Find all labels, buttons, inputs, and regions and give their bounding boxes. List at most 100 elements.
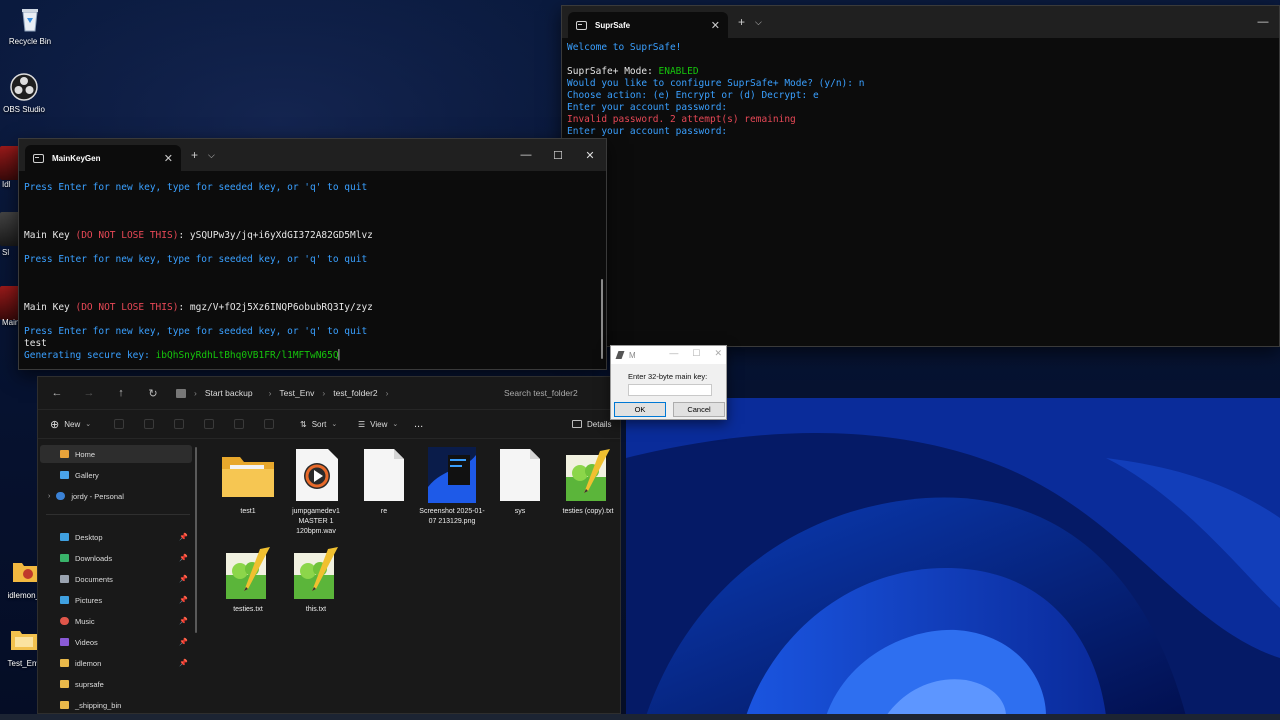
sidebar-item-documents[interactable]: Documents 📌 [40, 570, 192, 588]
mainkeygen-terminal-window[interactable]: MainKeyGen ✕ + ⌵ — ☐ ✕ Press Enter for n… [18, 138, 607, 370]
address-bar[interactable]: › Start backup › Test_Env › test_folder2… [170, 382, 528, 404]
delete-icon[interactable] [264, 419, 274, 429]
more-options-button[interactable]: ... [414, 418, 423, 430]
cut-icon[interactable] [114, 419, 124, 429]
new-tab-icon[interactable]: + [191, 148, 198, 162]
obs-studio-desktop-icon[interactable]: OBS Studio [0, 72, 54, 114]
details-button[interactable]: Details [572, 420, 611, 429]
sidebar-item-gallery[interactable]: Gallery [40, 466, 192, 484]
sidebar-item-pictures[interactable]: Pictures 📌 [40, 591, 192, 609]
suprsafe-titlebar[interactable]: SuprSafe ✕ + ⌵ — [562, 6, 1279, 38]
up-arrow-icon[interactable]: ↑ [114, 387, 128, 399]
close-window-icon[interactable]: ✕ [714, 348, 722, 359]
sidebar-item-videos[interactable]: Videos 📌 [40, 633, 192, 651]
more-label: ... [414, 418, 424, 430]
close-tab-icon[interactable]: ✕ [711, 19, 720, 32]
refresh-icon[interactable]: ↻ [146, 387, 160, 400]
search-input[interactable]: Search test_folder2 [498, 382, 618, 404]
chevron-down-icon[interactable]: ⌵ [755, 17, 762, 28]
sidebar-item-suprsafe[interactable]: suprsafe [40, 675, 192, 693]
terminal-line: Generating secure key: ibQhSnyRdhLtBhq0V… [24, 350, 601, 362]
pin-icon[interactable]: 📌 [179, 617, 188, 625]
sidebar-item-downloads[interactable]: Downloads 📌 [40, 549, 192, 567]
file-item-testies[interactable]: testies.txt [214, 545, 282, 615]
back-arrow-icon[interactable]: ← [50, 387, 64, 399]
new-tab-icon[interactable]: + [738, 15, 745, 29]
sidebar-item-idlemon[interactable]: idlemon 📌 [40, 654, 192, 672]
minimize-icon[interactable]: — [669, 348, 678, 359]
taskbar[interactable] [0, 714, 1280, 720]
sidebar-item-desktop[interactable]: Desktop 📌 [40, 528, 192, 546]
main-key-dialog[interactable]: M — ☐ ✕ Enter 32-byte main key: OK Cance… [610, 345, 727, 420]
view-label: View [370, 419, 388, 429]
chevron-down-icon[interactable]: ⌵ [208, 150, 215, 161]
main-key-input[interactable] [628, 384, 712, 396]
dialog-titlebar[interactable]: M — ☐ ✕ [611, 346, 726, 364]
file-item-this[interactable]: this.txt [282, 545, 350, 615]
paste-icon[interactable] [174, 419, 184, 429]
breadcrumb-item[interactable]: Start backup [205, 388, 253, 398]
file-item-re[interactable]: re [350, 447, 418, 517]
minimize-icon[interactable]: — [510, 149, 542, 161]
audio-file-icon [288, 447, 344, 503]
new-button[interactable]: ⊕ New ⌄ [50, 418, 91, 431]
pin-icon[interactable]: 📌 [179, 596, 188, 604]
forward-arrow-icon[interactable]: → [82, 387, 96, 399]
share-icon[interactable] [234, 419, 244, 429]
navigation-pane: Home Gallery › jordy - Personal Desktop … [38, 441, 198, 715]
breadcrumb-item[interactable]: test_folder2 [333, 388, 377, 398]
chevron-right-icon[interactable]: › [48, 493, 50, 500]
suprsafe-terminal-window[interactable]: SuprSafe ✕ + ⌵ — Welcome to SuprSafe! Su… [561, 5, 1280, 347]
file-item-screenshot[interactable]: Screenshot 2025-01-07 213129.png [418, 447, 486, 527]
file-name: testies.txt [233, 606, 263, 613]
file-explorer-window[interactable]: ← → ↑ ↻ › Start backup › Test_Env › test… [37, 376, 621, 714]
rename-icon[interactable] [204, 419, 214, 429]
file-item-testies-copy[interactable]: testies (copy).txt [554, 447, 622, 517]
sidebar-scrollbar[interactable] [195, 447, 197, 633]
file-name: jumpgamedev1 MASTER 1 120bpm.wav [292, 508, 340, 535]
close-window-icon[interactable]: ✕ [574, 149, 606, 162]
gen-value: ibQhSnyRdhLtBhq0VB1FR/l1MFTwN65Q [155, 350, 339, 361]
suprsafe-output: Welcome to SuprSafe! SuprSafe+ Mode: ENA… [562, 38, 1279, 141]
desktop-icon-label: Recycle Bin [8, 37, 52, 46]
sidebar-item-onedrive[interactable]: › jordy - Personal [40, 487, 192, 505]
terminal-line: Press Enter for new key, type for seeded… [24, 326, 368, 337]
file-item-wav[interactable]: jumpgamedev1 MASTER 1 120bpm.wav [282, 447, 350, 537]
pin-icon[interactable]: 📌 [179, 659, 188, 667]
key-value: : mgz/V+fO2j5Xz6INQP6obubRQ3Iy/zyz [178, 302, 373, 313]
cancel-button[interactable]: Cancel [673, 402, 725, 417]
pin-icon[interactable]: 📌 [179, 575, 188, 583]
sidebar-item-label: _shipping_bin [75, 700, 122, 710]
view-button[interactable]: ☰ View ⌄ [358, 420, 398, 429]
close-tab-icon[interactable]: ✕ [164, 152, 173, 165]
pin-icon[interactable]: 📌 [179, 638, 188, 646]
mainkeygen-titlebar[interactable]: MainKeyGen ✕ + ⌵ — ☐ ✕ [19, 139, 606, 171]
sidebar-item-shipping-bin[interactable]: _shipping_bin [40, 696, 192, 714]
suprsafe-tab[interactable]: SuprSafe ✕ [568, 12, 728, 38]
sort-button[interactable]: ⇅ Sort ⌄ [300, 420, 337, 429]
breadcrumb-item[interactable]: Test_Env [279, 388, 314, 398]
recycle-bin-desktop-icon[interactable]: Recycle Bin [0, 4, 60, 46]
sidebar-item-home[interactable]: Home [40, 445, 192, 463]
pin-icon[interactable]: 📌 [179, 554, 188, 562]
maximize-icon[interactable]: ☐ [692, 348, 700, 359]
terminal-scrollbar[interactable] [601, 279, 603, 359]
file-item-test1[interactable]: test1 [214, 447, 282, 517]
wallpaper-bloom [626, 398, 1280, 716]
maximize-icon[interactable]: ☐ [542, 149, 574, 162]
minimize-icon[interactable]: — [1247, 16, 1279, 28]
ok-button[interactable]: OK [614, 402, 666, 417]
mainkeygen-tab[interactable]: MainKeyGen ✕ [25, 145, 181, 171]
chevron-down-icon: ⌄ [392, 421, 399, 428]
sidebar-item-music[interactable]: Music 📌 [40, 612, 192, 630]
sidebar-item-label: Documents [75, 574, 113, 584]
desktop-icon-label: Sl [2, 248, 10, 257]
copy-icon[interactable] [144, 419, 154, 429]
pin-icon[interactable]: 📌 [179, 533, 188, 541]
file-item-sys[interactable]: sys [486, 447, 554, 517]
key-value: : ySQUPw3y/jq+i6yXdGI372A82GD5Mlvz [178, 230, 373, 241]
